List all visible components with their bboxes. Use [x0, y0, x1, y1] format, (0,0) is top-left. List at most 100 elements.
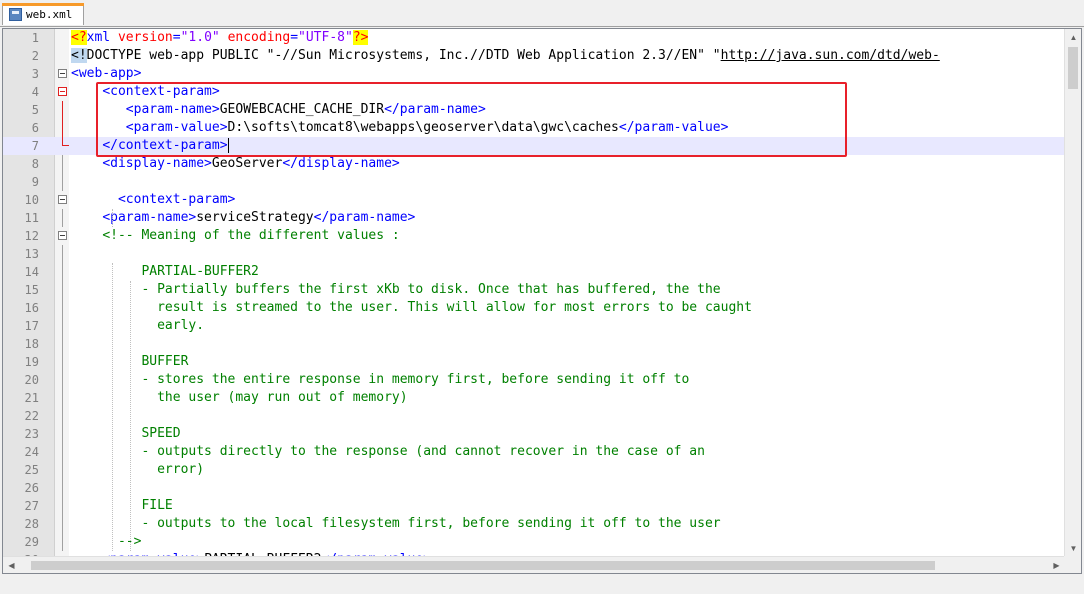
- fold-toggle-icon[interactable]: [58, 69, 67, 78]
- arrow-left-icon[interactable]: ◀: [3, 557, 20, 573]
- line-code: the user (may run out of memory): [71, 389, 407, 407]
- code-line[interactable]: 21 the user (may run out of memory): [3, 389, 1065, 407]
- line-number: 7: [31, 139, 39, 153]
- code-line[interactable]: 22: [3, 407, 1065, 425]
- line-number: 13: [24, 247, 39, 261]
- code-token: <context-param>: [117, 192, 236, 207]
- code-line[interactable]: 20 - stores the entire response in memor…: [3, 371, 1065, 389]
- line-code: <?xml version="1.0" encoding="UTF-8"?>: [71, 29, 369, 47]
- code-line[interactable]: 25 error): [3, 461, 1065, 479]
- line-code: <context-param>: [71, 83, 219, 101]
- code-line[interactable]: 4 <context-param>: [3, 83, 1065, 101]
- xml-file-icon: [9, 8, 22, 21]
- line-number: 15: [24, 283, 39, 297]
- code-line[interactable]: 11 <param-name>serviceStrategy</param-na…: [3, 209, 1065, 227]
- code-line[interactable]: 3 <web-app>: [3, 65, 1065, 83]
- fold-toggle-icon[interactable]: [58, 87, 67, 96]
- fold-toggle-icon[interactable]: [58, 231, 67, 240]
- line-number: 28: [24, 517, 39, 531]
- arrow-right-icon[interactable]: ▶: [1048, 557, 1065, 573]
- code-line[interactable]: 9: [3, 173, 1065, 191]
- code-token: </param-name>: [313, 210, 416, 225]
- code-line[interactable]: 10 <context-param>: [3, 191, 1065, 209]
- indent-guide: [112, 209, 113, 227]
- code-token: D:\softs\tomcat8\webapps\geoserver\data\…: [227, 120, 619, 135]
- code-lines[interactable]: 1 <?xml version="1.0" encoding="UTF-8"?> 2…: [3, 29, 1065, 569]
- code-line[interactable]: 2 <!DOCTYPE web-app PUBLIC "-//Sun Micros…: [3, 47, 1065, 65]
- code-line[interactable]: 19 BUFFER: [3, 353, 1065, 371]
- line-code: - stores the entire response in memory f…: [71, 371, 689, 389]
- code-line[interactable]: 15 - Partially buffers the first xKb to …: [3, 281, 1065, 299]
- code-line[interactable]: 1 <?xml version="1.0" encoding="UTF-8"?>: [3, 29, 1065, 47]
- line-code: <display-name>GeoServer</display-name>: [71, 155, 400, 173]
- code-token: </display-name>: [282, 156, 400, 171]
- code-line[interactable]: 14 PARTIAL-BUFFER2: [3, 263, 1065, 281]
- code-token: =: [290, 30, 299, 45]
- code-token: </param-name>: [384, 102, 486, 117]
- text-caret: [227, 138, 229, 153]
- code-line[interactable]: 7 </context-param>: [3, 137, 1065, 155]
- line-number: 6: [31, 121, 39, 135]
- code-token: FILE: [71, 498, 173, 513]
- line-code: <context-param>: [71, 191, 235, 209]
- code-line[interactable]: 27 FILE: [3, 497, 1065, 515]
- scrollbar-corner: [1064, 556, 1081, 573]
- code-line[interactable]: 26: [3, 479, 1065, 497]
- code-line[interactable]: 17 early.: [3, 317, 1065, 335]
- line-code: - Partially buffers the first xKb to dis…: [71, 281, 721, 299]
- indent-guide: [112, 263, 113, 551]
- code-token: result is streamed to the user. This wil…: [71, 300, 752, 315]
- line-number: 23: [24, 427, 39, 441]
- line-number: 1: [31, 31, 39, 45]
- line-number: 26: [24, 481, 39, 495]
- code-line[interactable]: 13: [3, 245, 1065, 263]
- code-line[interactable]: 29 -->: [3, 533, 1065, 551]
- code-token: - Partially buffers the first xKb to dis…: [71, 282, 721, 297]
- vertical-scroll-thumb[interactable]: [1068, 47, 1078, 89]
- fold-toggle-icon[interactable]: [58, 195, 67, 204]
- code-token: "UTF-8": [298, 30, 353, 45]
- code-token: GeoServer: [211, 156, 283, 171]
- code-line[interactable]: 18: [3, 335, 1065, 353]
- line-number: 10: [24, 193, 39, 207]
- code-token: xml: [86, 30, 118, 45]
- fold-line: [62, 461, 63, 479]
- fold-line: [62, 425, 63, 443]
- horizontal-scroll-thumb[interactable]: [31, 561, 935, 570]
- tab-label: web.xml: [26, 8, 73, 21]
- fold-line: [62, 353, 63, 371]
- code-line[interactable]: 12 <!-- Meaning of the different values …: [3, 227, 1065, 245]
- code-line[interactable]: 5 <param-name>GEOWEBCACHE_CACHE_DIR</par…: [3, 101, 1065, 119]
- code-line[interactable]: 28 - outputs to the local filesystem fir…: [3, 515, 1065, 533]
- fold-line: [62, 119, 63, 137]
- code-line[interactable]: 23 SPEED: [3, 425, 1065, 443]
- code-token: - outputs directly to the response (and …: [71, 444, 705, 459]
- code-editor[interactable]: 1 <?xml version="1.0" encoding="UTF-8"?> 2…: [2, 28, 1082, 574]
- tab-web-xml[interactable]: web.xml: [2, 3, 84, 25]
- line-number: 21: [24, 391, 39, 405]
- code-token: <param-name>: [125, 102, 220, 117]
- fold-line: [62, 371, 63, 389]
- code-line[interactable]: 6 <param-value>D:\softs\tomcat8\webapps\…: [3, 119, 1065, 137]
- code-line[interactable]: 16 result is streamed to the user. This …: [3, 299, 1065, 317]
- code-line[interactable]: 24 - outputs directly to the response (a…: [3, 443, 1065, 461]
- arrow-up-icon[interactable]: ▲: [1065, 29, 1081, 46]
- vertical-scrollbar[interactable]: ▲ ▼: [1064, 29, 1081, 557]
- line-code: PARTIAL-BUFFER2: [71, 263, 258, 281]
- line-code: result is streamed to the user. This wil…: [71, 299, 752, 317]
- status-strip: [0, 576, 1084, 594]
- line-code: <param-name>GEOWEBCACHE_CACHE_DIR</param…: [71, 101, 486, 119]
- code-token: early.: [71, 318, 205, 333]
- fold-line: [62, 407, 63, 425]
- fold-line: [62, 137, 69, 146]
- arrow-down-icon[interactable]: ▼: [1065, 540, 1081, 557]
- code-line[interactable]: 8 <display-name>GeoServer</display-name>: [3, 155, 1065, 173]
- code-token: - stores the entire response in memory f…: [71, 372, 690, 387]
- line-number: 5: [31, 103, 39, 117]
- line-code: <param-name>serviceStrategy</param-name>: [71, 209, 415, 227]
- fold-line: [62, 173, 63, 191]
- horizontal-scrollbar[interactable]: ◀ ▶: [3, 556, 1065, 573]
